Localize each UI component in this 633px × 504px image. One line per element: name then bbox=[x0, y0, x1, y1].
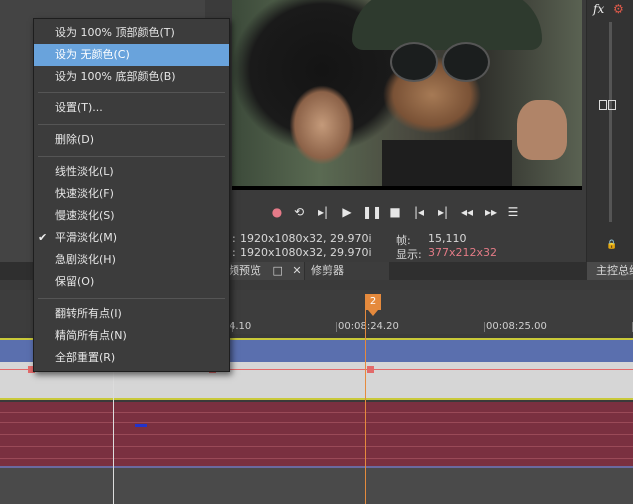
checkmark-icon: ✔ bbox=[38, 231, 48, 244]
tab-video-preview-label: 频预览 bbox=[228, 264, 261, 277]
play-icon[interactable]: ▶ bbox=[338, 203, 356, 221]
display-value: 377x212x32 bbox=[428, 246, 498, 259]
audio-waveform-line bbox=[0, 458, 633, 459]
tab-video-preview[interactable]: 频预览 □ ✕ bbox=[220, 262, 304, 280]
menu-item-set-no-color[interactable]: 设为 无颜色(C) bbox=[34, 44, 229, 66]
project-value: 1920x1080x32, 29.970i bbox=[240, 232, 372, 245]
video-glasses-right bbox=[442, 42, 490, 82]
ruler-time-label: 00:08:24.20 bbox=[338, 321, 399, 332]
audio-marker bbox=[135, 424, 147, 427]
ruler-time-label: 4.10 bbox=[229, 321, 252, 332]
video-bottom-bar bbox=[232, 186, 582, 190]
menu-separator bbox=[38, 298, 225, 299]
fx-icon[interactable]: fx bbox=[593, 2, 604, 16]
video-jacket-shape bbox=[382, 140, 512, 190]
project-label: : bbox=[232, 232, 236, 245]
menu-item-slow-fade[interactable]: 慢速淡化(S) bbox=[34, 205, 229, 227]
video-glasses-left bbox=[390, 42, 438, 82]
volume-slider-track[interactable] bbox=[609, 22, 612, 222]
ruler-tick bbox=[336, 322, 337, 332]
frame-value: 15,110 bbox=[428, 232, 467, 245]
menu-item-linear-fade[interactable]: 线性淡化(L) bbox=[34, 161, 229, 183]
video-preview[interactable] bbox=[232, 0, 582, 190]
lock-icon[interactable]: 🔒 bbox=[606, 240, 617, 250]
menu-item-thin-all-points[interactable]: 精简所有点(N) bbox=[34, 325, 229, 347]
video-hand-shape bbox=[517, 100, 567, 160]
empty-track-area[interactable] bbox=[0, 468, 633, 504]
menu-item-settings[interactable]: 设置(T)... bbox=[34, 97, 229, 119]
gear-icon[interactable]: ⚙ bbox=[613, 2, 624, 16]
preview-label: : bbox=[232, 246, 236, 259]
envelope-point[interactable] bbox=[367, 366, 374, 373]
audio-waveform-line bbox=[0, 446, 633, 447]
menu-item-fast-fade[interactable]: 快速淡化(F) bbox=[34, 183, 229, 205]
menu-item-smooth-fade-label: 平滑淡化(M) bbox=[55, 231, 118, 244]
next-frame-icon[interactable]: ▸| bbox=[434, 203, 452, 221]
menu-item-delete[interactable]: 删除(D) bbox=[34, 129, 229, 151]
menu-separator bbox=[38, 92, 225, 93]
context-menu: 设为 100% 顶部颜色(T) 设为 无颜色(C) 设为 100% 底部颜色(B… bbox=[33, 18, 230, 372]
prev-frame-icon[interactable]: |◂ bbox=[410, 203, 428, 221]
transport-bar: ● ⟲ ▸| ▶ ❚❚ ■ |◂ ▸| ◂◂ ▸▸ ☰ bbox=[232, 200, 582, 224]
audio-waveform-line bbox=[0, 412, 633, 413]
tab-master-bus[interactable]: 主控总线 bbox=[587, 262, 633, 280]
menu-item-smooth-fade[interactable]: ✔ 平滑淡化(M) bbox=[34, 227, 229, 249]
marker-flag[interactable]: 2 bbox=[365, 294, 381, 310]
marker-flag-tip bbox=[368, 310, 378, 316]
play-from-start-icon[interactable]: ▸| bbox=[314, 203, 332, 221]
volume-slider-knob[interactable] bbox=[599, 100, 621, 112]
audio-waveform-line bbox=[0, 422, 633, 423]
track-border bbox=[0, 398, 633, 400]
record-icon[interactable]: ● bbox=[268, 203, 286, 221]
window-icon[interactable]: □ bbox=[273, 264, 283, 277]
ruler-time-label: 00:08:25.00 bbox=[486, 321, 547, 332]
menu-item-set-top-color[interactable]: 设为 100% 顶部颜色(T) bbox=[34, 22, 229, 44]
menu-separator bbox=[38, 124, 225, 125]
menu-item-hold[interactable]: 保留(O) bbox=[34, 271, 229, 293]
display-label: 显示: bbox=[396, 248, 422, 261]
fast-forward-icon[interactable]: ▸▸ bbox=[482, 203, 500, 221]
ruler-tick bbox=[484, 322, 485, 332]
rewind-icon[interactable]: ◂◂ bbox=[458, 203, 476, 221]
pause-icon[interactable]: ❚❚ bbox=[362, 203, 382, 221]
audio-waveform-line bbox=[0, 434, 633, 435]
video-info: : 1920x1080x32, 29.970i : 1920x1080x32, … bbox=[232, 232, 582, 261]
loop-icon[interactable]: ⟲ bbox=[290, 203, 308, 221]
preview-value: 1920x1080x32, 29.970i bbox=[240, 246, 372, 259]
menu-item-sharp-fade[interactable]: 急剧淡化(H) bbox=[34, 249, 229, 271]
stop-icon[interactable]: ■ bbox=[386, 203, 404, 221]
video-hat-shape bbox=[352, 0, 542, 50]
menu-item-set-bottom-color[interactable]: 设为 100% 底部颜色(B) bbox=[34, 66, 229, 88]
menu-icon[interactable]: ☰ bbox=[504, 203, 522, 221]
close-icon[interactable]: ✕ bbox=[292, 264, 301, 277]
tab-trimmer[interactable]: 修剪器 bbox=[305, 262, 389, 280]
menu-item-reset-all[interactable]: 全部重置(R) bbox=[34, 347, 229, 369]
menu-separator bbox=[38, 156, 225, 157]
playhead-line[interactable] bbox=[365, 310, 366, 504]
menu-item-flip-all-points[interactable]: 翻转所有点(I) bbox=[34, 303, 229, 325]
